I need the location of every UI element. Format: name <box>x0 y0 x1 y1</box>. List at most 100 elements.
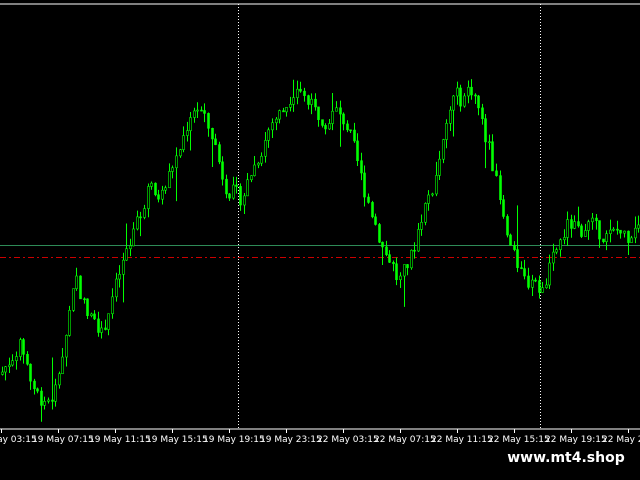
candle-body-84 <box>299 88 302 92</box>
candle-body-117 <box>417 229 420 252</box>
candle-body-129 <box>459 87 462 107</box>
candle-body-34 <box>122 259 125 275</box>
candle-body-47 <box>168 171 171 189</box>
candle-body-74 <box>264 140 267 157</box>
candle-body-77 <box>275 118 278 124</box>
watermark-logo: www.mt4.shop <box>496 446 636 470</box>
candle-body-36 <box>129 245 132 250</box>
candle-body-2 <box>8 364 11 368</box>
candle-body-176 <box>627 230 630 243</box>
candle-body-157 <box>559 239 562 250</box>
time-tick-label-7: 22 May 07:15 <box>374 435 436 445</box>
candle-body-100 <box>356 140 359 162</box>
candle-body-115 <box>410 249 413 269</box>
candle-body-8 <box>29 363 32 382</box>
candle-body-102 <box>363 172 366 198</box>
candle-body-92 <box>328 123 331 130</box>
candle-body-35 <box>125 248 128 261</box>
candle-body-160 <box>570 219 573 229</box>
candle-body-22 <box>79 275 82 300</box>
candle-body-10 <box>36 388 39 392</box>
candle-body-32 <box>115 278 118 298</box>
candle-body-174 <box>619 229 622 234</box>
candle-body-161 <box>573 221 576 229</box>
candle-body-136 <box>484 118 487 143</box>
candle-body-7 <box>26 353 29 365</box>
candle-body-3 <box>11 360 14 366</box>
candle-body-19 <box>68 310 71 336</box>
candle-body-69 <box>246 179 249 197</box>
candle-body-138 <box>491 141 494 172</box>
chart-area: 19 May 03:1519 May 07:1519 May 11:1519 M… <box>0 0 640 450</box>
candle-body-71 <box>253 164 256 176</box>
candle-body-134 <box>477 95 480 109</box>
candle-body-53 <box>189 117 192 131</box>
candle-body-166 <box>591 217 594 223</box>
candle-body-108 <box>385 246 388 255</box>
time-tick-label-4: 19 May 19:15 <box>203 435 265 445</box>
candle-body-135 <box>481 107 484 119</box>
candle-body-23 <box>83 298 86 301</box>
candle-body-85 <box>303 90 306 96</box>
chart-background <box>0 0 640 450</box>
candle-body-46 <box>164 187 167 191</box>
candle-body-0 <box>1 371 4 375</box>
candle-body-16 <box>58 373 61 386</box>
time-tick-label-5: 19 May 23:15 <box>260 435 322 445</box>
candle-body-26 <box>93 313 96 320</box>
candle-body-66 <box>235 184 238 187</box>
candle-body-28 <box>100 327 103 333</box>
candle-body-80 <box>285 107 288 113</box>
candle-body-177 <box>630 237 633 243</box>
candle-body-15 <box>54 384 57 402</box>
candle-body-119 <box>424 203 427 223</box>
candle-body-12 <box>43 401 46 406</box>
candle-body-30 <box>107 313 110 330</box>
candle-body-114 <box>406 264 409 269</box>
candle-body-78 <box>278 110 281 120</box>
candle-body-48 <box>171 167 174 172</box>
candle-body-149 <box>531 279 534 288</box>
candle-body-103 <box>367 196 370 203</box>
time-tick-label-3: 19 May 15:15 <box>146 435 208 445</box>
candle-body-20 <box>72 288 75 311</box>
candle-body-107 <box>381 241 384 248</box>
candle-body-104 <box>371 202 374 218</box>
candle-body-178 <box>634 227 637 239</box>
candle-body-61 <box>218 144 221 163</box>
candle-body-106 <box>378 224 381 243</box>
candle-body-63 <box>225 178 228 195</box>
candle-body-64 <box>228 193 231 199</box>
candle-body-14 <box>51 399 54 402</box>
candle-body-6 <box>22 339 25 355</box>
candle-body-125 <box>445 123 448 140</box>
candle-body-68 <box>243 195 246 206</box>
candle-body-140 <box>499 175 502 200</box>
candle-body-109 <box>388 254 391 263</box>
candle-body-165 <box>587 221 590 231</box>
candle-body-75 <box>267 129 270 141</box>
candle-body-29 <box>104 327 107 330</box>
candle-body-42 <box>150 182 153 187</box>
candle-body-130 <box>463 95 466 107</box>
candle-body-18 <box>65 335 68 358</box>
candle-body-141 <box>502 199 505 217</box>
candle-body-86 <box>307 95 310 105</box>
candle-body-99 <box>353 129 356 142</box>
candle-body-179 <box>637 224 640 229</box>
candle-body-110 <box>392 262 395 265</box>
time-tick-label-11: 22 May 23:15 <box>602 435 640 445</box>
candle-body-159 <box>566 219 569 238</box>
candle-body-147 <box>523 268 526 277</box>
candle-body-142 <box>506 216 509 236</box>
time-tick-label-6: 22 May 03:15 <box>317 435 379 445</box>
candle-body-164 <box>584 230 587 237</box>
candle-body-43 <box>154 182 157 196</box>
candle-body-96 <box>342 113 345 125</box>
candle-body-51 <box>182 135 185 150</box>
candle-body-45 <box>161 189 164 200</box>
candle-body-137 <box>488 141 491 144</box>
candle-body-120 <box>427 194 430 204</box>
candle-body-167 <box>595 217 598 221</box>
candle-body-122 <box>435 175 438 195</box>
